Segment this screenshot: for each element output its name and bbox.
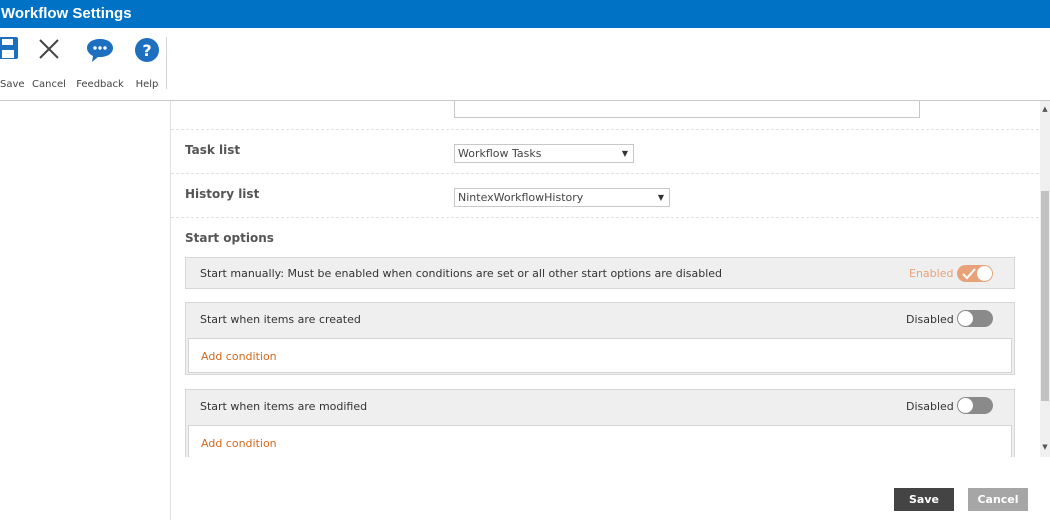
dropdown-arrow-icon: ▼: [657, 193, 664, 202]
help-ribbon-button[interactable]: ? Help: [132, 36, 162, 96]
start-created-state: Disabled: [906, 313, 954, 326]
scroll-down-icon[interactable]: ▼: [1041, 443, 1049, 451]
history-list-label: History list: [185, 187, 260, 201]
toggle-knob: [977, 266, 992, 281]
scroll-up-icon[interactable]: ▲: [1041, 105, 1049, 113]
start-modified-state: Disabled: [906, 400, 954, 413]
svg-text:?: ?: [142, 41, 151, 60]
cancel-ribbon-button[interactable]: Cancel: [30, 36, 68, 96]
start-manually-state: Enabled: [909, 267, 954, 280]
help-ribbon-label: Help: [135, 79, 159, 90]
task-list-value: Workflow Tasks: [458, 147, 542, 160]
feedback-icon: [87, 39, 113, 62]
feedback-ribbon-button[interactable]: Feedback: [74, 36, 126, 96]
save-ribbon-label: Save: [0, 79, 25, 90]
toggle-knob: [958, 311, 973, 326]
start-created-option: Start when items are created Disabled Ad…: [185, 302, 1015, 375]
add-condition-link[interactable]: Add condition: [201, 350, 277, 363]
history-list-value: NintexWorkflowHistory: [458, 191, 584, 204]
history-list-select[interactable]: NintexWorkflowHistory ▼: [454, 188, 670, 207]
start-created-text: Start when items are created: [200, 313, 361, 326]
start-modified-conditions: Add condition: [188, 425, 1012, 457]
start-manually-toggle[interactable]: [957, 265, 993, 282]
start-modified-text: Start when items are modified: [200, 400, 368, 413]
start-created-conditions: Add condition: [188, 338, 1012, 373]
task-list-row: Task list Workflow Tasks ▼: [171, 130, 1039, 174]
settings-scroll-area[interactable]: Task list Workflow Tasks ▼ History list …: [171, 101, 1050, 457]
checkmark-icon: [962, 268, 976, 280]
feedback-ribbon-label: Feedback: [76, 79, 124, 90]
left-panel: [0, 101, 171, 520]
start-options-label: Start options: [185, 231, 274, 245]
history-list-row: History list NintexWorkflowHistory ▼: [171, 174, 1039, 218]
start-manually-text: Start manually: Must be enabled when con…: [200, 267, 723, 280]
cancel-ribbon-label: Cancel: [32, 79, 66, 90]
description-input[interactable]: [454, 101, 920, 118]
dropdown-arrow-icon: ▼: [621, 149, 628, 158]
close-icon: [39, 39, 59, 59]
save-icon: [0, 37, 18, 59]
description-row: [171, 101, 1039, 130]
cancel-button[interactable]: Cancel: [968, 488, 1028, 511]
window-title: Workflow Settings: [0, 0, 1050, 28]
vertical-scrollbar[interactable]: ▲ ▼: [1040, 101, 1050, 457]
add-condition-link[interactable]: Add condition: [201, 437, 277, 450]
ribbon-separator: [166, 37, 167, 89]
scroll-thumb[interactable]: [1041, 191, 1049, 401]
start-created-toggle[interactable]: [957, 310, 993, 327]
task-list-label: Task list: [185, 143, 241, 157]
start-manually-option: Start manually: Must be enabled when con…: [185, 257, 1015, 289]
save-ribbon-button[interactable]: Save: [0, 36, 25, 96]
ribbon-toolbar: Save Cancel Feedback ? Help: [0, 28, 1050, 101]
start-modified-option: Start when items are modified Disabled A…: [185, 389, 1015, 457]
toggle-knob: [958, 398, 973, 413]
help-icon: ?: [135, 38, 159, 62]
task-list-select[interactable]: Workflow Tasks ▼: [454, 144, 634, 163]
save-button[interactable]: Save: [894, 488, 954, 511]
start-modified-toggle[interactable]: [957, 397, 993, 414]
